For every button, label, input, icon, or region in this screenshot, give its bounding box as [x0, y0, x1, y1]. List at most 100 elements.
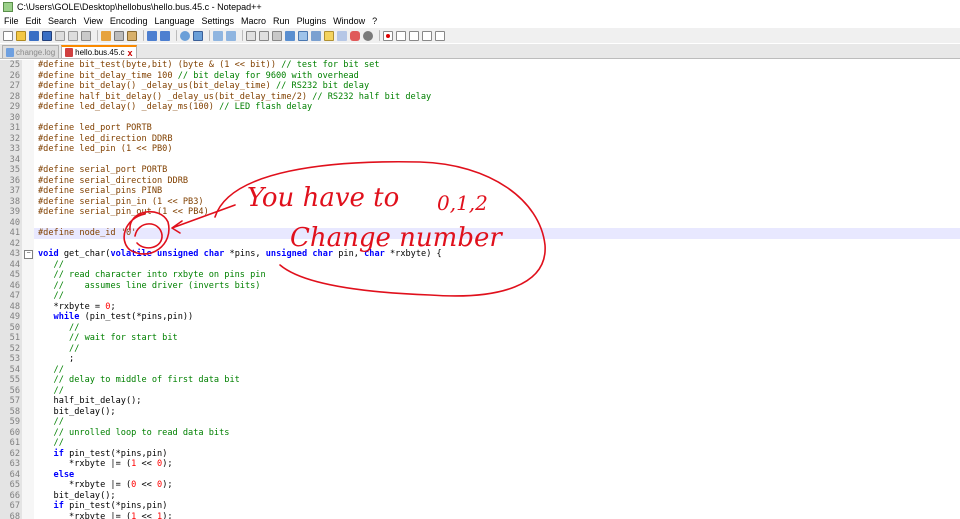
code-editor[interactable]: 25 #define bit_test(byte,bit) (byte & (1 … [0, 60, 960, 519]
copy-icon[interactable] [114, 30, 124, 41]
save-macro-icon[interactable] [435, 30, 445, 41]
code-line[interactable]: 51 // wait for start bit [0, 333, 960, 344]
menu-edit[interactable]: Edit [23, 16, 45, 26]
find-icon[interactable] [180, 30, 190, 41]
code-line[interactable]: 26 #define bit_delay_time 100 // bit dela… [0, 70, 960, 81]
code-line[interactable]: 52 // [0, 343, 960, 354]
code-line[interactable]: 40 [0, 217, 960, 228]
toolbar-separator [242, 30, 243, 41]
save-all-icon[interactable] [42, 30, 52, 41]
tab-hello-bus-45-c[interactable]: hello.bus.45.c x [61, 45, 137, 58]
code-line[interactable]: 68 *rxbyte |= (1 << 1); [0, 511, 960, 519]
code-line[interactable]: 57 half_bit_delay(); [0, 396, 960, 407]
zoom-out-icon[interactable] [226, 30, 236, 41]
code-line[interactable]: 25 #define bit_test(byte,bit) (byte & (1 … [0, 60, 960, 71]
zoom-in-icon[interactable] [213, 30, 223, 41]
redo-icon[interactable] [160, 30, 170, 41]
playback-macro-icon[interactable] [409, 30, 419, 41]
code-line[interactable]: 35 #define serial_port PORTB [0, 165, 960, 176]
menu-language[interactable]: Language [151, 16, 197, 26]
close-tab-icon[interactable]: x [128, 48, 133, 58]
code-line[interactable]: 37 #define serial_pins PINB [0, 186, 960, 197]
menu-encoding[interactable]: Encoding [107, 16, 151, 26]
code-line[interactable]: 59 // [0, 417, 960, 428]
code-line[interactable]: 58 bit_delay(); [0, 406, 960, 417]
record-macro-icon[interactable] [383, 30, 393, 41]
code-line[interactable]: 50 // [0, 322, 960, 333]
code-line[interactable]: 47 // [0, 291, 960, 302]
code-line[interactable]: 41 #define node_id '0' [0, 228, 960, 239]
code-line[interactable]: 31 #define led_port PORTB [0, 123, 960, 134]
code-line[interactable]: 39 #define serial_pin_out (1 << PB4) [0, 207, 960, 218]
replace-icon[interactable] [193, 30, 203, 41]
code-line[interactable]: 49 while (pin_test(*pins,pin)) [0, 312, 960, 323]
code-line[interactable]: 62 if pin_test(*pins,pin) [0, 448, 960, 459]
monitoring-icon[interactable] [363, 30, 373, 41]
code-line[interactable]: 63 *rxbyte |= (1 << 0); [0, 459, 960, 470]
new-file-icon[interactable] [3, 30, 13, 41]
code-line[interactable]: 45 // read character into rxbyte on pins… [0, 270, 960, 281]
folder-workspace-icon[interactable] [350, 30, 360, 41]
undo-icon[interactable] [147, 30, 157, 41]
code-line[interactable]: 28 #define half_bit_delay() _delay_us(bit… [0, 91, 960, 102]
code-line[interactable]: 66 bit_delay(); [0, 490, 960, 501]
menu-window[interactable]: Window [330, 16, 368, 26]
code-line[interactable]: 27 #define bit_delay() _delay_us(bit_dela… [0, 81, 960, 92]
menu-settings[interactable]: Settings [199, 16, 238, 26]
code-line[interactable]: 46 // assumes line driver (inverts bits) [0, 280, 960, 291]
fold-margin [22, 70, 34, 81]
user-defined-language-icon[interactable] [311, 30, 321, 41]
line-number: 44 [0, 259, 22, 270]
doc-map-icon[interactable] [324, 30, 334, 41]
menu-macro[interactable]: Macro [238, 16, 269, 26]
menu-search[interactable]: Search [45, 16, 80, 26]
show-all-chars-icon[interactable] [285, 30, 295, 41]
close-all-icon[interactable] [68, 30, 78, 41]
cut-icon[interactable] [101, 30, 111, 41]
menu-plugins[interactable]: Plugins [294, 16, 330, 26]
code-line[interactable]: 43 void get_char(volatile unsigned char *… [0, 249, 960, 260]
code-line[interactable]: 56 // [0, 385, 960, 396]
indent-guide-icon[interactable] [298, 30, 308, 41]
sync-vertical-icon[interactable] [246, 30, 256, 41]
line-number: 57 [0, 396, 22, 407]
print-icon[interactable] [81, 30, 91, 41]
code-line[interactable]: 32 #define led_direction DDRB [0, 133, 960, 144]
fold-margin [22, 91, 34, 102]
paste-icon[interactable] [127, 30, 137, 41]
menu-view[interactable]: View [81, 16, 106, 26]
open-file-icon[interactable] [16, 30, 26, 41]
close-file-icon[interactable] [55, 30, 65, 41]
code-line[interactable]: 64 else [0, 469, 960, 480]
save-icon[interactable] [29, 30, 39, 41]
code-line[interactable]: 54 // [0, 364, 960, 375]
run-macro-multiple-icon[interactable] [422, 30, 432, 41]
code-line[interactable]: 44 // [0, 259, 960, 270]
word-wrap-icon[interactable] [272, 30, 282, 41]
code-line[interactable]: 48 *rxbyte = 0; [0, 301, 960, 312]
function-list-icon[interactable] [337, 30, 347, 41]
code-line[interactable]: 53 ; [0, 354, 960, 365]
menu-run[interactable]: Run [270, 16, 293, 26]
code-line[interactable]: 36 #define serial_direction DDRB [0, 175, 960, 186]
fold-margin [22, 228, 34, 239]
code-line[interactable]: 61 // [0, 438, 960, 449]
code-line[interactable]: 60 // unrolled loop to read data bits [0, 427, 960, 438]
menu-file[interactable]: File [1, 16, 22, 26]
stop-recording-icon[interactable] [396, 30, 406, 41]
code-line[interactable]: 65 *rxbyte |= (0 << 0); [0, 480, 960, 491]
code-line[interactable]: 30 [0, 112, 960, 123]
code-line[interactable]: 67 if pin_test(*pins,pin) [0, 501, 960, 512]
menu-help[interactable]: ? [369, 16, 380, 26]
code-text: // [53, 417, 64, 427]
code-line[interactable]: 42 [0, 238, 960, 249]
code-line[interactable]: 33 #define led_pin (1 << PB0) [0, 144, 960, 155]
code-line[interactable]: 34 [0, 154, 960, 165]
code-line[interactable]: 38 #define serial_pin_in (1 << PB3) [0, 196, 960, 207]
code-line[interactable]: 55 // delay to middle of first data bit [0, 375, 960, 386]
toolbar-separator [97, 30, 98, 41]
code-line[interactable]: 29 #define led_delay() _delay_ms(100) // … [0, 102, 960, 113]
sync-horizontal-icon[interactable] [259, 30, 269, 41]
fold-toggle-icon[interactable] [22, 249, 34, 260]
tab-change-log[interactable]: change.log [2, 45, 60, 58]
